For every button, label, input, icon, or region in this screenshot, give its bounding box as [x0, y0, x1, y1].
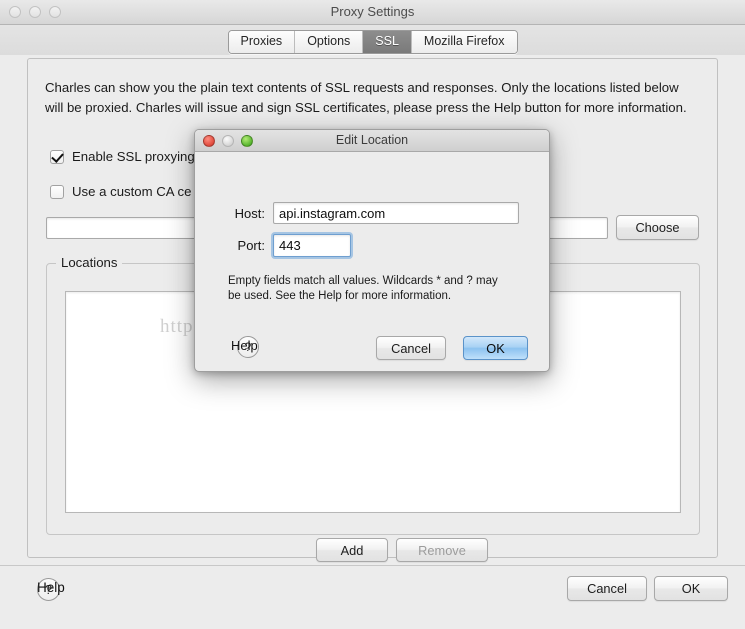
tab-ssl[interactable]: SSL [363, 31, 412, 53]
remove-location-button: Remove [396, 538, 488, 562]
dialog-help-button[interactable]: ? Help [227, 334, 283, 360]
help-button[interactable]: ? Help [32, 576, 92, 602]
choose-button[interactable]: Choose [616, 215, 699, 240]
host-field-row: Host: [219, 202, 519, 224]
port-field-row: Port: [219, 234, 351, 257]
ok-button[interactable]: OK [654, 576, 728, 601]
footer-divider [0, 565, 745, 566]
dialog-hint-text: Empty fields match all values. Wildcards… [228, 275, 498, 302]
locations-group-title: Locations [56, 255, 123, 270]
tab-mozilla-firefox[interactable]: Mozilla Firefox [411, 31, 517, 53]
port-label: Port: [237, 238, 265, 253]
window-title: Proxy Settings [330, 4, 415, 19]
enable-ssl-proxying-label: Enable SSL proxying [72, 149, 195, 164]
dialog-cancel-button[interactable]: Cancel [376, 336, 446, 360]
dialog-titlebar: Edit Location [195, 130, 549, 152]
tab-bar: Proxies Options SSL Mozilla Firefox [0, 25, 745, 55]
tab-group: Proxies Options SSL Mozilla Firefox [227, 30, 518, 54]
tab-options[interactable]: Options [295, 31, 364, 53]
checkbox-icon[interactable] [50, 184, 64, 199]
checkbox-icon[interactable] [50, 149, 64, 164]
use-custom-ca-label: Use a custom CA ce [72, 184, 192, 199]
dialog-body: Host: Port: Empty fields match all value… [195, 152, 549, 371]
help-button-label: Help [37, 580, 65, 595]
dialog-help-label: Help [231, 338, 258, 353]
window-titlebar: Proxy Settings [0, 0, 745, 25]
ssl-description: Charles can show you the plain text cont… [45, 80, 687, 115]
dialog-ok-button[interactable]: OK [463, 336, 528, 360]
host-label: Host: [234, 205, 265, 221]
dialog-title: Edit Location [335, 133, 409, 147]
cancel-button[interactable]: Cancel [567, 576, 647, 601]
port-input[interactable] [273, 234, 351, 257]
enable-ssl-proxying-checkbox-row[interactable]: Enable SSL proxying [50, 149, 195, 164]
tab-proxies[interactable]: Proxies [228, 31, 296, 53]
host-input[interactable] [273, 202, 519, 224]
add-location-button[interactable]: Add [316, 538, 388, 562]
proxy-settings-window: Proxy Settings Proxies Options SSL Mozil… [0, 0, 745, 629]
use-custom-ca-checkbox-row[interactable]: Use a custom CA ce [50, 184, 191, 199]
edit-location-dialog: Edit Location Host: Port: Empty fields m… [194, 129, 550, 372]
